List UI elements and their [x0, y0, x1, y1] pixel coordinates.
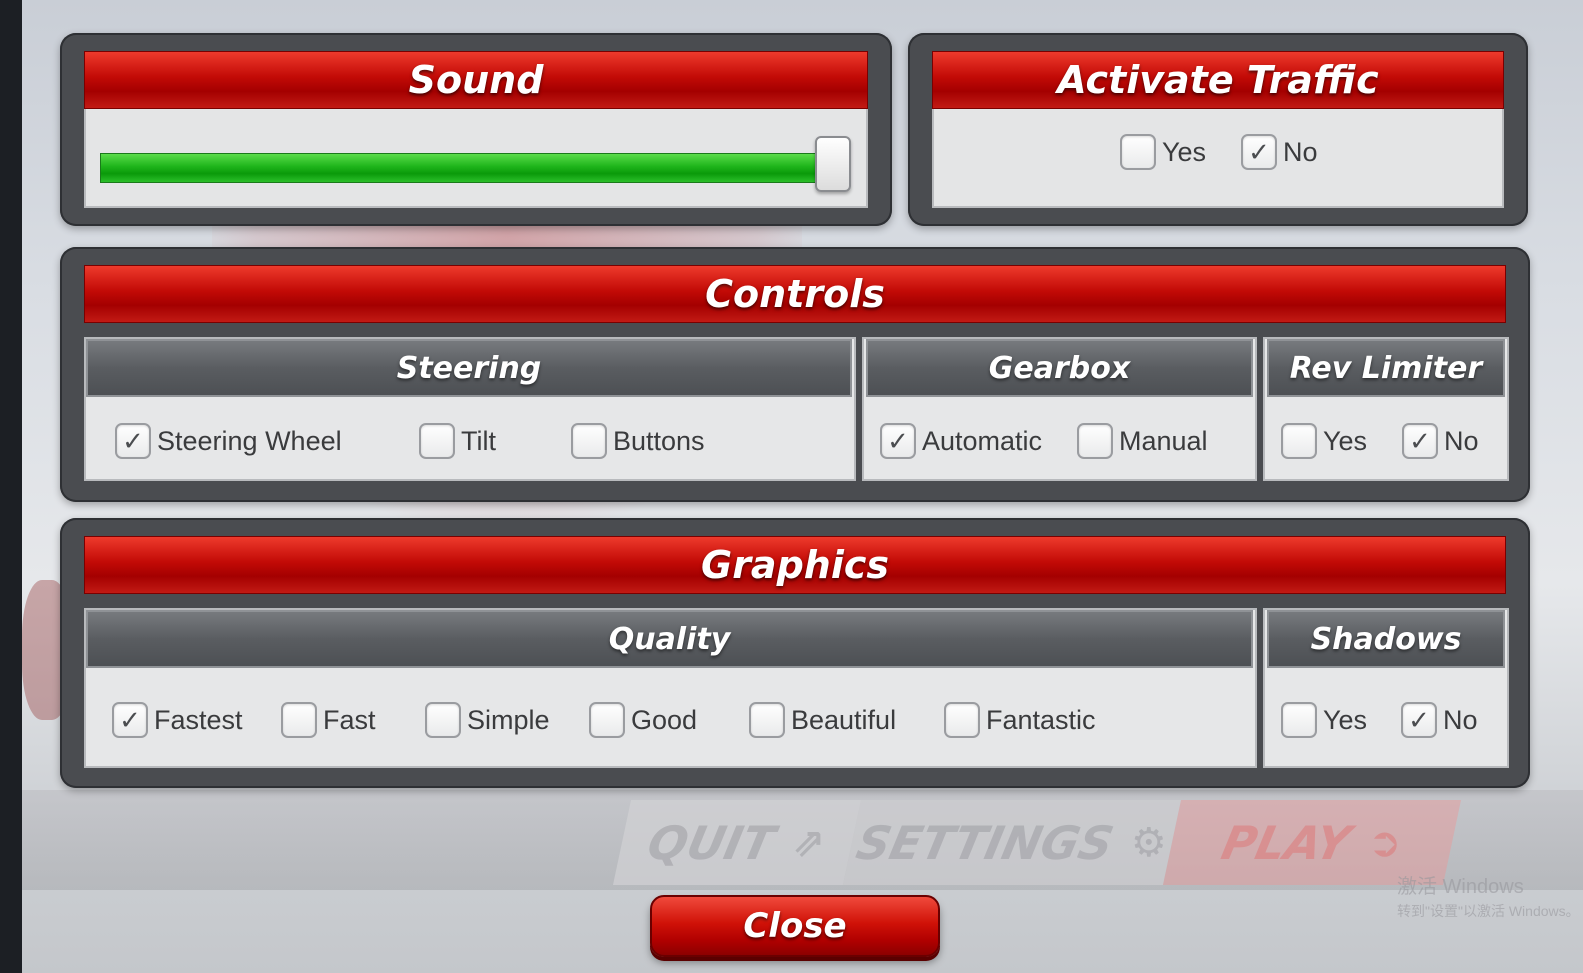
good-option[interactable]: Good — [589, 702, 697, 738]
traffic-panel: Activate Traffic Yes ✓ No — [908, 33, 1528, 226]
background-quit-label: QUIT — [643, 815, 780, 870]
graphics-panel: Graphics Quality Shadows ✓ Fastest Fast … — [60, 518, 1530, 788]
background-settings-button: SETTINGS ⚙ — [842, 800, 1182, 885]
graphics-title: Graphics — [84, 536, 1506, 594]
shadows-yes-option[interactable]: Yes — [1281, 702, 1367, 738]
option-label: Yes — [1323, 425, 1368, 456]
shadows-no-option[interactable]: ✓ No — [1401, 702, 1478, 738]
quality-title: Quality — [86, 610, 1253, 668]
simple-option[interactable]: Simple — [425, 702, 550, 738]
checkmark-icon: ✓ — [1408, 705, 1430, 735]
checkmark-icon: ✓ — [1409, 426, 1431, 456]
traffic-title: Activate Traffic — [932, 51, 1504, 109]
rev-limiter-yes-option[interactable]: Yes — [1281, 423, 1367, 459]
checkmark-icon: ✓ — [887, 426, 909, 456]
option-label: Automatic — [922, 425, 1043, 456]
background-play-label: PLAY — [1217, 815, 1356, 870]
play-circle-icon: ➲ — [1367, 819, 1402, 866]
checkbox[interactable] — [1281, 423, 1317, 459]
option-label: Manual — [1119, 425, 1208, 456]
option-label: Yes — [1323, 704, 1368, 735]
option-label: Steering Wheel — [157, 425, 342, 456]
rev-limiter-no-option[interactable]: ✓ No — [1402, 423, 1479, 459]
option-label: No — [1443, 704, 1478, 735]
checkbox[interactable]: ✓ — [1241, 134, 1277, 170]
option-label: Tilt — [461, 425, 496, 456]
tilt-option[interactable]: Tilt — [419, 423, 496, 459]
checkbox[interactable] — [944, 702, 980, 738]
option-label: No — [1444, 425, 1479, 456]
fantastic-option[interactable]: Fantastic — [944, 702, 1096, 738]
checkbox[interactable] — [589, 702, 625, 738]
checkbox[interactable] — [1120, 134, 1156, 170]
checkbox[interactable]: ✓ — [112, 702, 148, 738]
checkbox[interactable] — [571, 423, 607, 459]
controls-title: Controls — [84, 265, 1506, 323]
background-settings-label: SETTINGS — [851, 815, 1119, 870]
close-button[interactable]: Close — [650, 895, 940, 957]
background-play-button: PLAY ➲ — [1162, 800, 1462, 885]
option-label: Beautiful — [791, 704, 897, 735]
checkbox[interactable] — [749, 702, 785, 738]
option-label: No — [1283, 136, 1318, 167]
checkbox[interactable]: ✓ — [880, 423, 916, 459]
option-label: Fast — [323, 704, 376, 735]
fastest-option[interactable]: ✓ Fastest — [112, 702, 243, 738]
checkmark-icon: ✓ — [119, 705, 141, 735]
option-label: Simple — [467, 704, 550, 735]
background-quit-button: QUIT ⇗ — [612, 800, 862, 885]
traffic-no-option[interactable]: ✓ No — [1241, 134, 1318, 170]
option-label: Fantastic — [986, 704, 1096, 735]
gearbox-title: Gearbox — [866, 339, 1253, 397]
watermark-line2: 转到"设置"以激活 Windows。 — [1397, 903, 1580, 919]
beautiful-option[interactable]: Beautiful — [749, 702, 896, 738]
sound-panel: Sound — [60, 33, 892, 226]
steering-wheel-option[interactable]: ✓ Steering Wheel — [115, 423, 342, 459]
checkbox[interactable] — [281, 702, 317, 738]
shadows-title: Shadows — [1267, 610, 1505, 668]
automatic-option[interactable]: ✓ Automatic — [880, 423, 1042, 459]
checkbox[interactable] — [1281, 702, 1317, 738]
gear-icon: ⚙ — [1130, 819, 1167, 866]
checkmark-icon: ✓ — [122, 426, 144, 456]
traffic-yes-option[interactable]: Yes — [1120, 134, 1206, 170]
fast-option[interactable]: Fast — [281, 702, 376, 738]
checkmark-icon: ✓ — [1248, 137, 1270, 167]
controls-panel: Controls Steering Gearbox Rev Limiter ✓ … — [60, 247, 1530, 502]
checkbox[interactable] — [1077, 423, 1113, 459]
share-arrow-icon: ⇗ — [791, 819, 826, 866]
watermark-line1: 激活 Windows — [1397, 876, 1524, 898]
manual-option[interactable]: Manual — [1077, 423, 1208, 459]
volume-slider-handle[interactable] — [815, 136, 851, 192]
checkbox[interactable] — [419, 423, 455, 459]
checkbox[interactable]: ✓ — [1402, 423, 1438, 459]
option-label: Good — [631, 704, 698, 735]
volume-slider-track[interactable] — [100, 153, 840, 183]
option-label: Fastest — [154, 704, 243, 735]
option-label: Buttons — [613, 425, 705, 456]
checkbox[interactable]: ✓ — [1401, 702, 1437, 738]
sound-title: Sound — [84, 51, 868, 109]
windows-activation-watermark: 激活 Windows 转到"设置"以激活 Windows。 — [1397, 875, 1580, 923]
steering-title: Steering — [86, 339, 852, 397]
option-label: Yes — [1162, 136, 1207, 167]
rev-limiter-title: Rev Limiter — [1267, 339, 1505, 397]
checkbox[interactable] — [425, 702, 461, 738]
checkbox[interactable]: ✓ — [115, 423, 151, 459]
buttons-option[interactable]: Buttons — [571, 423, 705, 459]
